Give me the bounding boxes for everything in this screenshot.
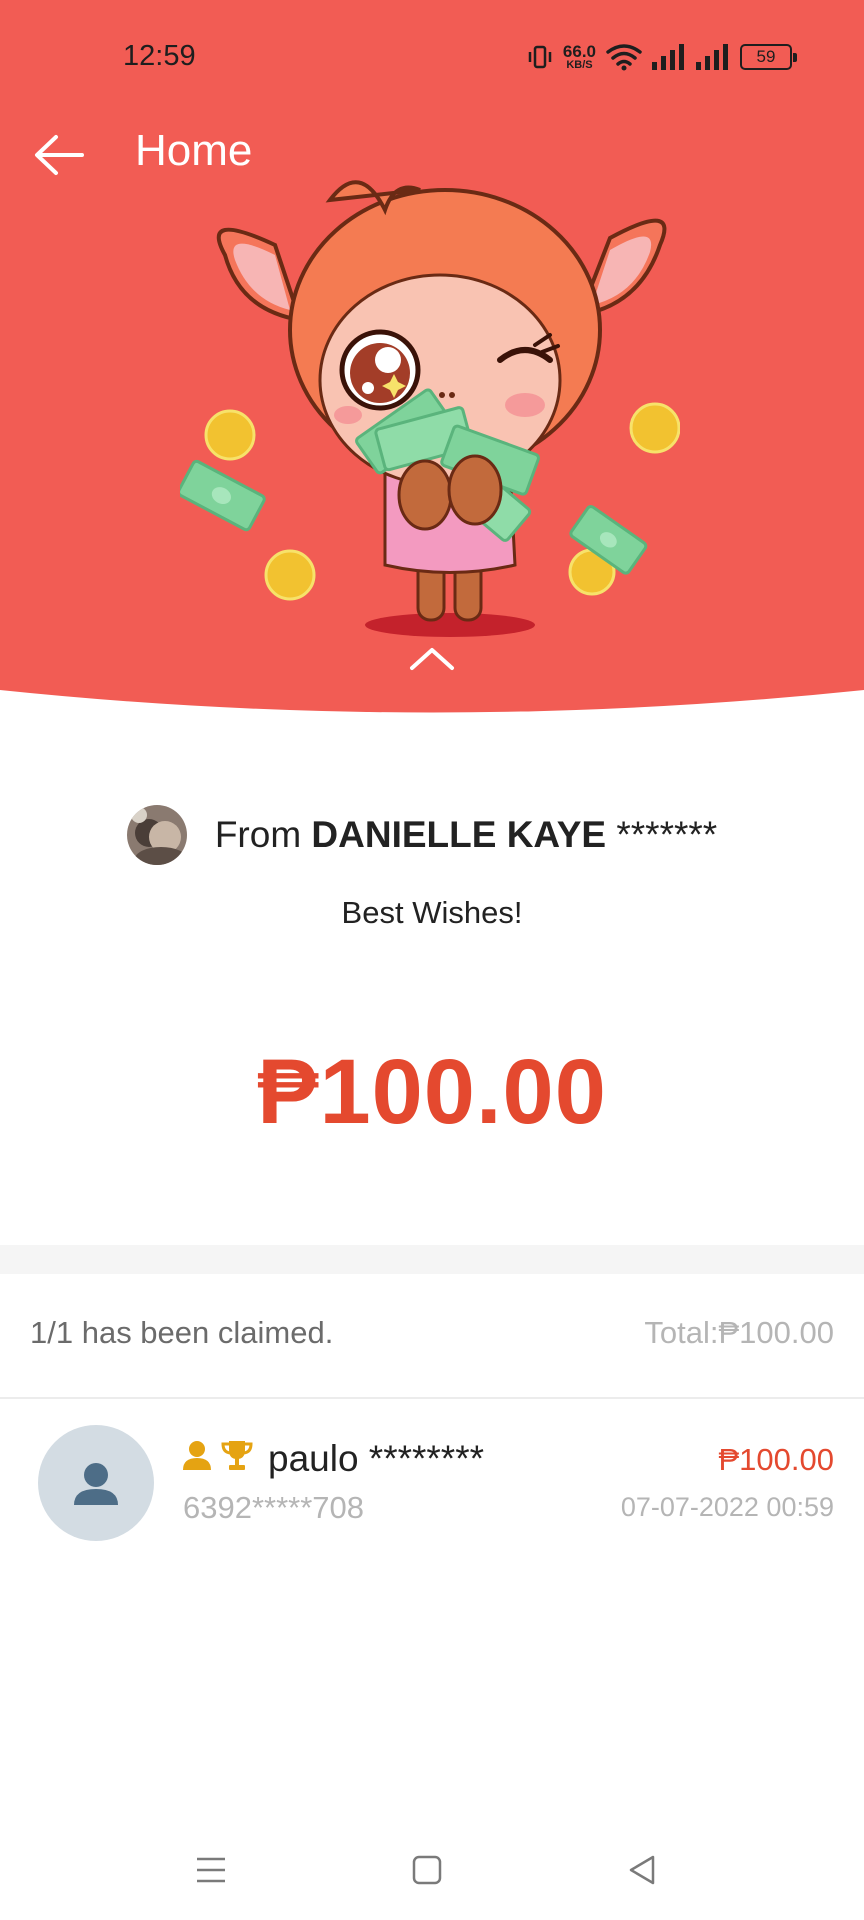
gift-amount: ₱100.00 xyxy=(257,1041,607,1143)
status-icons: 66.0 KB/S 59 xyxy=(527,40,797,74)
header-banner: 12:59 66.0 KB/S 59 Home xyxy=(0,0,864,730)
chevron-up-icon[interactable] xyxy=(402,640,462,680)
user-placeholder-icon xyxy=(74,1463,118,1505)
claimer-phone: 6392*****708 xyxy=(183,1490,365,1525)
sender-masked: ******* xyxy=(606,814,718,855)
claimer-badges xyxy=(180,1438,254,1472)
home-icon xyxy=(412,1855,442,1885)
section-divider xyxy=(0,1245,864,1274)
sender-avatar[interactable] xyxy=(126,805,187,865)
sender-text: From DANIELLE KAYE ******* xyxy=(215,814,717,856)
status-time: 12:59 xyxy=(123,40,196,72)
status-bar: 12:59 66.0 KB/S 59 xyxy=(0,0,864,115)
menu-button[interactable] xyxy=(181,1840,241,1900)
menu-icon xyxy=(197,1857,225,1883)
sender-photo xyxy=(126,805,187,865)
back-button[interactable] xyxy=(24,120,94,190)
arrow-left-icon xyxy=(35,135,84,175)
signal-icon-2 xyxy=(696,44,728,70)
claim-summary: 1/1 has been claimed. xyxy=(30,1315,334,1350)
sender-name: DANIELLE KAYE xyxy=(311,814,607,855)
back-triangle-icon xyxy=(629,1855,655,1885)
wifi-icon xyxy=(606,44,642,71)
trophy-icon xyxy=(221,1441,253,1470)
vibrate-icon xyxy=(528,45,552,69)
system-nav-bar xyxy=(0,1830,864,1910)
net-speed-value: 66.0 xyxy=(562,42,596,61)
page-title: Home xyxy=(135,126,253,175)
claim-total: Total:₱100.00 xyxy=(644,1315,834,1350)
home-button[interactable] xyxy=(397,1840,457,1900)
sender-row: From DANIELLE KAYE ******* xyxy=(0,800,864,870)
net-speed-unit: KB/S xyxy=(566,59,593,71)
signal-icon-1 xyxy=(652,44,684,70)
claim-row[interactable]: paulo ******** 6392*****708 ₱100.00 07-0… xyxy=(0,1420,864,1550)
net-speed: 66.0 KB/S xyxy=(563,43,596,71)
battery-level: 59 xyxy=(756,47,776,66)
claimer-timestamp: 07-07-2022 00:59 xyxy=(620,1492,834,1522)
claimer-name: paulo ******** xyxy=(268,1438,485,1479)
gift-message: Best Wishes! xyxy=(341,895,523,930)
monkey-mascot-illustration xyxy=(180,180,680,637)
claimer-avatar xyxy=(38,1425,154,1541)
sender-prefix: From xyxy=(214,814,312,855)
claim-divider xyxy=(0,1397,864,1399)
battery-icon: 59 xyxy=(740,44,797,70)
back-nav-button[interactable] xyxy=(612,1840,672,1900)
user-icon xyxy=(183,1441,211,1470)
claimer-amount: ₱100.00 xyxy=(718,1442,835,1477)
